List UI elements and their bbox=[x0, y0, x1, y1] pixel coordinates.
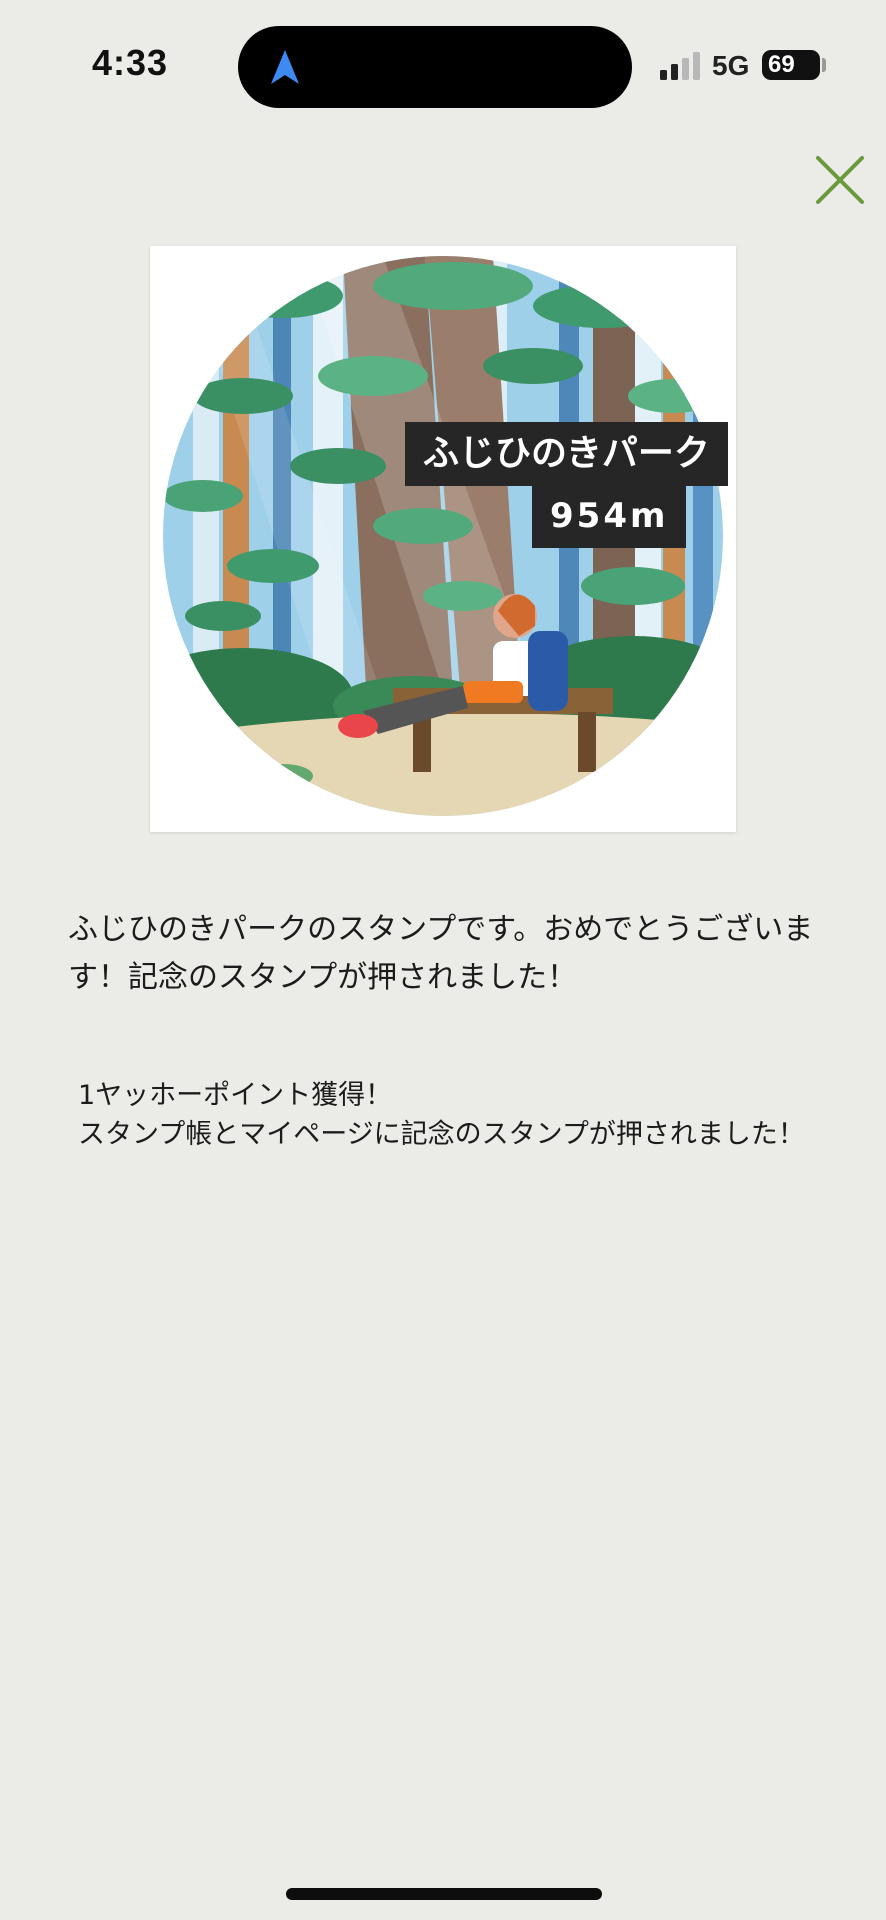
dynamic-island bbox=[238, 26, 632, 108]
stamp-elevation: 954m bbox=[532, 484, 687, 548]
stamp-image: ふじひのきパーク 954m bbox=[150, 246, 736, 832]
status-bar: 4:33 5G 69 bbox=[0, 0, 886, 130]
points-message: 1ヤッホーポイント獲得！ スタンプ帳とマイページに記念のスタンプが押されました！ bbox=[78, 1076, 808, 1154]
battery-indicator: 69 bbox=[762, 50, 820, 80]
stamp-place-name: ふじひのきパーク bbox=[405, 422, 728, 486]
stamp-message: ふじひのきパークのスタンプです。おめでとうございます！記念のスタンプが押されまし… bbox=[68, 912, 814, 995]
status-time: 4:33 bbox=[92, 42, 169, 83]
navigation-arrow-icon bbox=[271, 50, 299, 84]
points-earned-text: 1ヤッホーポイント獲得！ bbox=[78, 1080, 393, 1111]
home-indicator[interactable] bbox=[286, 1888, 602, 1900]
battery-cap bbox=[822, 58, 826, 72]
close-button[interactable] bbox=[812, 152, 868, 208]
network-type: 5G bbox=[712, 50, 750, 81]
signal-icon bbox=[660, 52, 700, 80]
close-icon bbox=[816, 156, 864, 204]
stamp-book-text: スタンプ帳とマイページに記念のスタンプが押されました！ bbox=[78, 1119, 805, 1150]
